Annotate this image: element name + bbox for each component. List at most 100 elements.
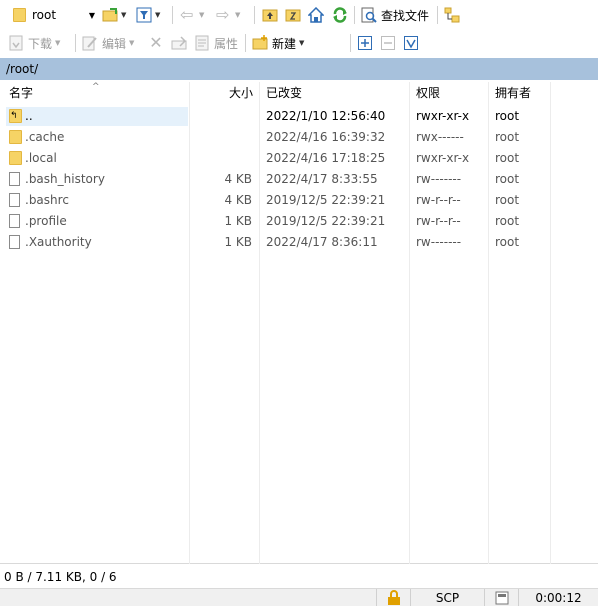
new-button[interactable]: 新建 ▼	[252, 30, 304, 56]
plus-icon	[358, 36, 372, 50]
file-toolbar: 下载 ▼ 编辑 ▼ ✕ 属性 新建 ▼	[0, 30, 598, 58]
forward-button[interactable]: ⇨ ▼	[216, 2, 240, 28]
rename-button[interactable]	[171, 30, 187, 56]
chevron-down-icon[interactable]: ▼	[199, 11, 204, 19]
folder-icon	[9, 130, 22, 144]
column-header-name[interactable]: 名字	[9, 82, 33, 104]
file-name: .Xauthority	[25, 235, 92, 249]
root-directory-button[interactable]	[285, 2, 301, 28]
file-size: 4 KB	[224, 172, 252, 186]
open-folder-icon	[102, 8, 118, 22]
filter-button[interactable]: ▼	[136, 2, 160, 28]
edit-label: 编辑	[102, 36, 127, 51]
file-size	[190, 148, 252, 169]
chevron-down-icon[interactable]: ▼	[89, 11, 95, 20]
column-header-rights[interactable]: 权限	[416, 82, 440, 104]
file-row[interactable]: .Xauthority 1 KB 2022/4/17 8:36:11 rw------…	[0, 232, 598, 253]
selection-status: 0 B / 7.11 KB, 0 / 6	[4, 570, 117, 584]
file-row[interactable]: ↰.. 2022/1/10 12:56:40 rwxr-xr-x root	[0, 106, 598, 127]
back-button[interactable]: ⇦ ▼	[180, 2, 204, 28]
file-name: .cache	[25, 130, 65, 144]
elapsed-time: 0:00:12	[518, 589, 598, 606]
file-icon	[9, 235, 20, 249]
file-modified: 2022/1/10 12:56:40	[266, 109, 386, 123]
lock-icon	[376, 589, 410, 606]
file-owner: root	[495, 130, 520, 144]
chevron-down-icon[interactable]: ▼	[299, 39, 304, 47]
select-all-button[interactable]	[404, 30, 418, 56]
column-header-owner[interactable]: 拥有者	[495, 82, 531, 104]
download-button[interactable]: 下载 ▼	[8, 30, 60, 56]
toolbar-separator	[354, 6, 355, 24]
new-label: 新建	[272, 36, 297, 51]
file-name: ..	[25, 109, 33, 123]
file-row[interactable]: .bashrc 4 KB 2019/12/5 22:39:21 rw-r--r-- ro…	[0, 190, 598, 211]
toolbar-separator	[75, 34, 76, 52]
download-icon	[9, 35, 23, 51]
file-row[interactable]: .local 2022/4/16 17:18:25 rwxr-xr-x root	[0, 148, 598, 169]
folder-icon	[13, 8, 26, 22]
protocol-indicator: SCP	[410, 589, 484, 606]
location-text: root	[32, 8, 57, 22]
toolbar-separator	[350, 34, 351, 52]
file-size	[190, 106, 252, 127]
column-header-modified[interactable]: 已改变	[266, 82, 302, 104]
toolbar-separator	[254, 6, 255, 24]
queue-icon	[484, 589, 518, 606]
chevron-down-icon[interactable]: ▼	[55, 39, 60, 47]
toolbar-separator	[172, 6, 173, 24]
home-directory-button[interactable]	[308, 2, 324, 28]
directory-tree-icon	[444, 7, 460, 23]
parent-directory-button[interactable]	[262, 2, 278, 28]
file-name: .bashrc	[25, 193, 69, 207]
file-owner: root	[495, 172, 520, 186]
file-row[interactable]: .profile 1 KB 2019/12/5 22:39:21 rw-r--r-- r…	[0, 211, 598, 232]
unselect-files-button[interactable]	[381, 30, 395, 56]
file-rights: rw-r--r--	[416, 193, 461, 207]
file-name: .local	[25, 151, 57, 165]
file-name: .bash_history	[25, 172, 105, 186]
file-name: .profile	[25, 214, 67, 228]
file-rights: rw-------	[416, 172, 462, 186]
file-rights: rwxr-xr-x	[416, 109, 470, 123]
file-rights: rwxr-xr-x	[416, 151, 470, 165]
edit-button[interactable]: 编辑 ▼	[82, 30, 134, 56]
select-files-button[interactable]	[358, 30, 372, 56]
properties-button[interactable]: 属性	[194, 30, 238, 56]
row-focus-highlight	[6, 107, 188, 126]
file-row[interactable]: .bash_history 4 KB 2022/4/17 8:33:55 rw----…	[0, 169, 598, 190]
chevron-down-icon[interactable]: ▼	[155, 11, 160, 19]
chevron-down-icon[interactable]: ▼	[121, 11, 126, 19]
new-folder-icon	[252, 35, 268, 50]
file-rights: rw-r--r--	[416, 214, 461, 228]
file-modified: 2022/4/16 17:18:25	[266, 151, 386, 165]
column-header-size[interactable]: 大小	[229, 82, 253, 104]
file-modified: 2022/4/17 8:36:11	[266, 235, 378, 249]
file-rights: rw-------	[416, 235, 462, 249]
file-row[interactable]: .cache 2022/4/16 16:39:32 rwx------ root	[0, 127, 598, 148]
file-size: 1 KB	[224, 235, 252, 249]
refresh-icon	[333, 7, 347, 23]
chevron-down-icon[interactable]: ▼	[235, 11, 240, 19]
back-arrow-icon: ⇦	[180, 5, 194, 24]
file-modified: 2022/4/16 16:39:32	[266, 130, 386, 144]
file-list[interactable]: 名字 ^ 大小 已改变 权限 拥有者 ↰.. 2022/1/10 12:56:40…	[0, 82, 598, 564]
toolbar-separator	[437, 6, 438, 24]
edit-icon	[82, 36, 97, 51]
find-files-label: 查找文件	[381, 8, 430, 23]
refresh-button[interactable]	[332, 2, 348, 28]
chevron-down-icon[interactable]: ▼	[129, 39, 134, 47]
status-spacer	[0, 589, 376, 606]
file-icon	[9, 193, 20, 207]
tree-view-button[interactable]	[444, 2, 460, 28]
toolbar-separator	[245, 34, 246, 52]
folder-icon	[9, 151, 22, 165]
file-size: 1 KB	[224, 214, 252, 228]
properties-icon	[195, 35, 209, 51]
file-rights: rwx------	[416, 130, 464, 144]
location-combo[interactable]: root ▼	[8, 4, 98, 26]
find-files-button[interactable]: 查找文件	[361, 2, 429, 28]
open-directory-button[interactable]: ▼	[102, 2, 126, 28]
delete-button[interactable]: ✕	[148, 30, 164, 56]
select-all-icon	[404, 36, 418, 50]
